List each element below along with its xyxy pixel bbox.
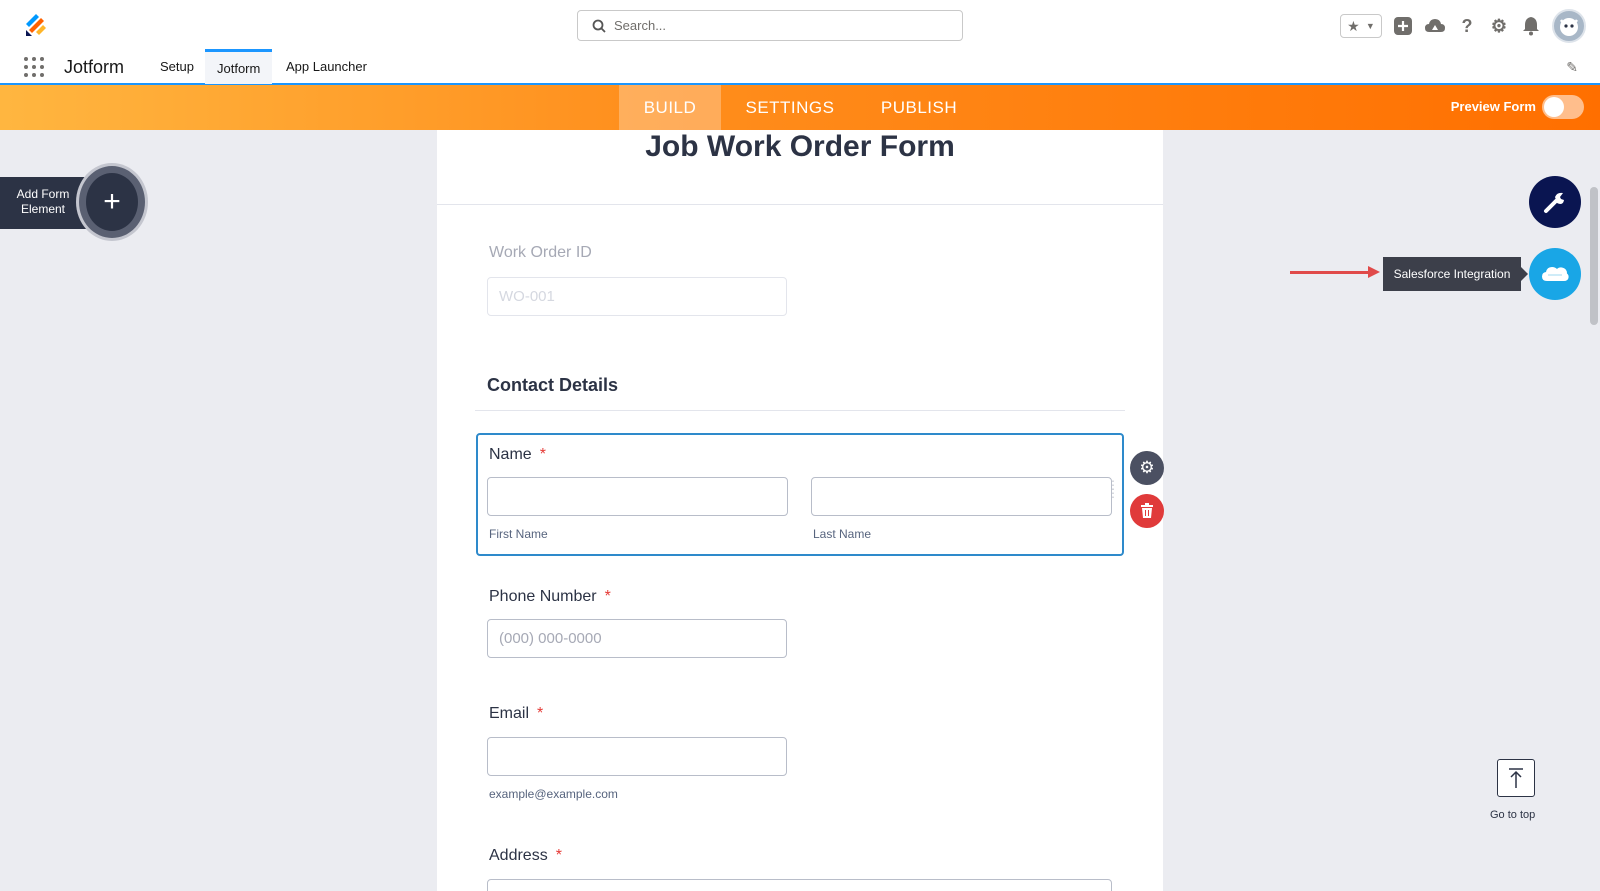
preview-form-label: Preview Form (1450, 99, 1536, 114)
star-icon: ★ (1347, 17, 1360, 34)
first-name-input[interactable] (487, 477, 788, 516)
work-order-id-placeholder: WO-001 (499, 288, 555, 305)
name-label-text: Name (489, 446, 532, 463)
search-placeholder: Search... (614, 18, 667, 33)
required-mark: * (537, 705, 544, 722)
nav-tab-setup[interactable]: Setup (148, 49, 206, 84)
form-title[interactable]: Job Work Order Form (437, 130, 1163, 164)
email-sublabel: example@example.com (489, 787, 618, 801)
builder-toolbar: BUILD SETTINGS PUBLISH Preview Form (0, 85, 1600, 130)
first-name-sublabel: First Name (489, 527, 548, 541)
plus-icon: + (103, 185, 121, 218)
jotform-logo-icon[interactable] (22, 12, 48, 38)
add-form-element-label-line2: Element (20, 202, 66, 216)
annotation-arrow (1290, 271, 1372, 274)
nav-tab-jotform[interactable]: Jotform (205, 49, 273, 84)
bell-icon[interactable] (1520, 15, 1542, 37)
gear-icon[interactable]: ⚙ (1488, 15, 1510, 37)
address-label-text: Address (489, 847, 548, 864)
last-name-sublabel: Last Name (813, 527, 872, 541)
add-form-element-button[interactable]: + (79, 166, 145, 238)
section-divider (475, 410, 1125, 411)
chevron-down-icon: ▼ (1365, 21, 1375, 31)
address-input[interactable] (487, 879, 1112, 891)
tab-build[interactable]: BUILD (619, 85, 721, 130)
section-heading[interactable]: Contact Details (487, 375, 618, 396)
delete-field-button[interactable] (1130, 494, 1164, 528)
required-mark: * (555, 847, 562, 864)
cloud-trailhead-icon[interactable] (1424, 15, 1446, 37)
add-form-element-label-line1: Add Form (16, 187, 70, 201)
salesforce-integration-tooltip: Salesforce Integration (1383, 257, 1528, 291)
search-icon (592, 19, 606, 33)
drag-handle-icon[interactable]: ⋮ ⋮ (1107, 479, 1119, 499)
tab-publish[interactable]: PUBLISH (870, 85, 968, 130)
favorites-button[interactable]: ★ ▼ (1340, 14, 1382, 38)
gear-icon: ⚙ (1139, 458, 1155, 477)
field-settings-button[interactable]: ⚙ (1130, 451, 1164, 485)
address-label[interactable]: Address * (489, 847, 562, 865)
plus-square-icon[interactable] (1392, 15, 1414, 37)
app-launcher-icon[interactable] (24, 57, 44, 77)
avatar[interactable] (1552, 9, 1586, 43)
phone-label[interactable]: Phone Number * (489, 588, 611, 606)
phone-placeholder: (000) 000-0000 (499, 630, 602, 647)
app-navigation: Jotform Setup Jotform App Launcher ✎ (0, 49, 1600, 84)
required-mark: * (539, 446, 546, 463)
nav-tab-app-launcher[interactable]: App Launcher (274, 49, 379, 84)
email-label-text: Email (489, 705, 530, 722)
search-input[interactable]: Search... (577, 10, 963, 41)
work-order-id-label[interactable]: Work Order ID (489, 244, 592, 262)
work-order-id-input[interactable]: WO-001 (487, 277, 787, 316)
email-label[interactable]: Email * (489, 705, 543, 723)
wrench-icon (1544, 192, 1564, 213)
arrow-up-icon (1509, 768, 1523, 788)
trash-icon (1141, 503, 1153, 518)
go-to-top-label[interactable]: Go to top (1490, 809, 1535, 821)
tab-settings[interactable]: SETTINGS (730, 85, 850, 130)
name-label[interactable]: Name * (489, 446, 546, 464)
form-designer-button[interactable] (1529, 176, 1581, 228)
pencil-icon[interactable]: ✎ (1566, 59, 1578, 76)
app-name: Jotform (64, 57, 125, 77)
header-utility-icons: ★ ▼ ? ⚙ (1340, 9, 1586, 43)
help-icon[interactable]: ? (1456, 15, 1478, 37)
preview-form-toggle[interactable] (1542, 95, 1584, 119)
title-divider (437, 204, 1163, 205)
required-mark: * (604, 588, 611, 605)
salesforce-cloud-icon (1542, 267, 1569, 281)
phone-label-text: Phone Number (489, 588, 597, 605)
form-canvas: Job Work Order Form Work Order ID WO-001… (437, 130, 1163, 891)
global-header: Search... ★ ▼ ? ⚙ Jotform Setup Jotform … (0, 0, 1600, 85)
phone-input[interactable]: (000) 000-0000 (487, 619, 787, 658)
go-to-top-button[interactable] (1497, 759, 1535, 797)
email-input[interactable] (487, 737, 787, 776)
scrollbar[interactable] (1590, 187, 1598, 325)
salesforce-integration-button[interactable] (1529, 248, 1581, 300)
annotation-arrow-head (1368, 266, 1380, 278)
last-name-input[interactable] (811, 477, 1112, 516)
